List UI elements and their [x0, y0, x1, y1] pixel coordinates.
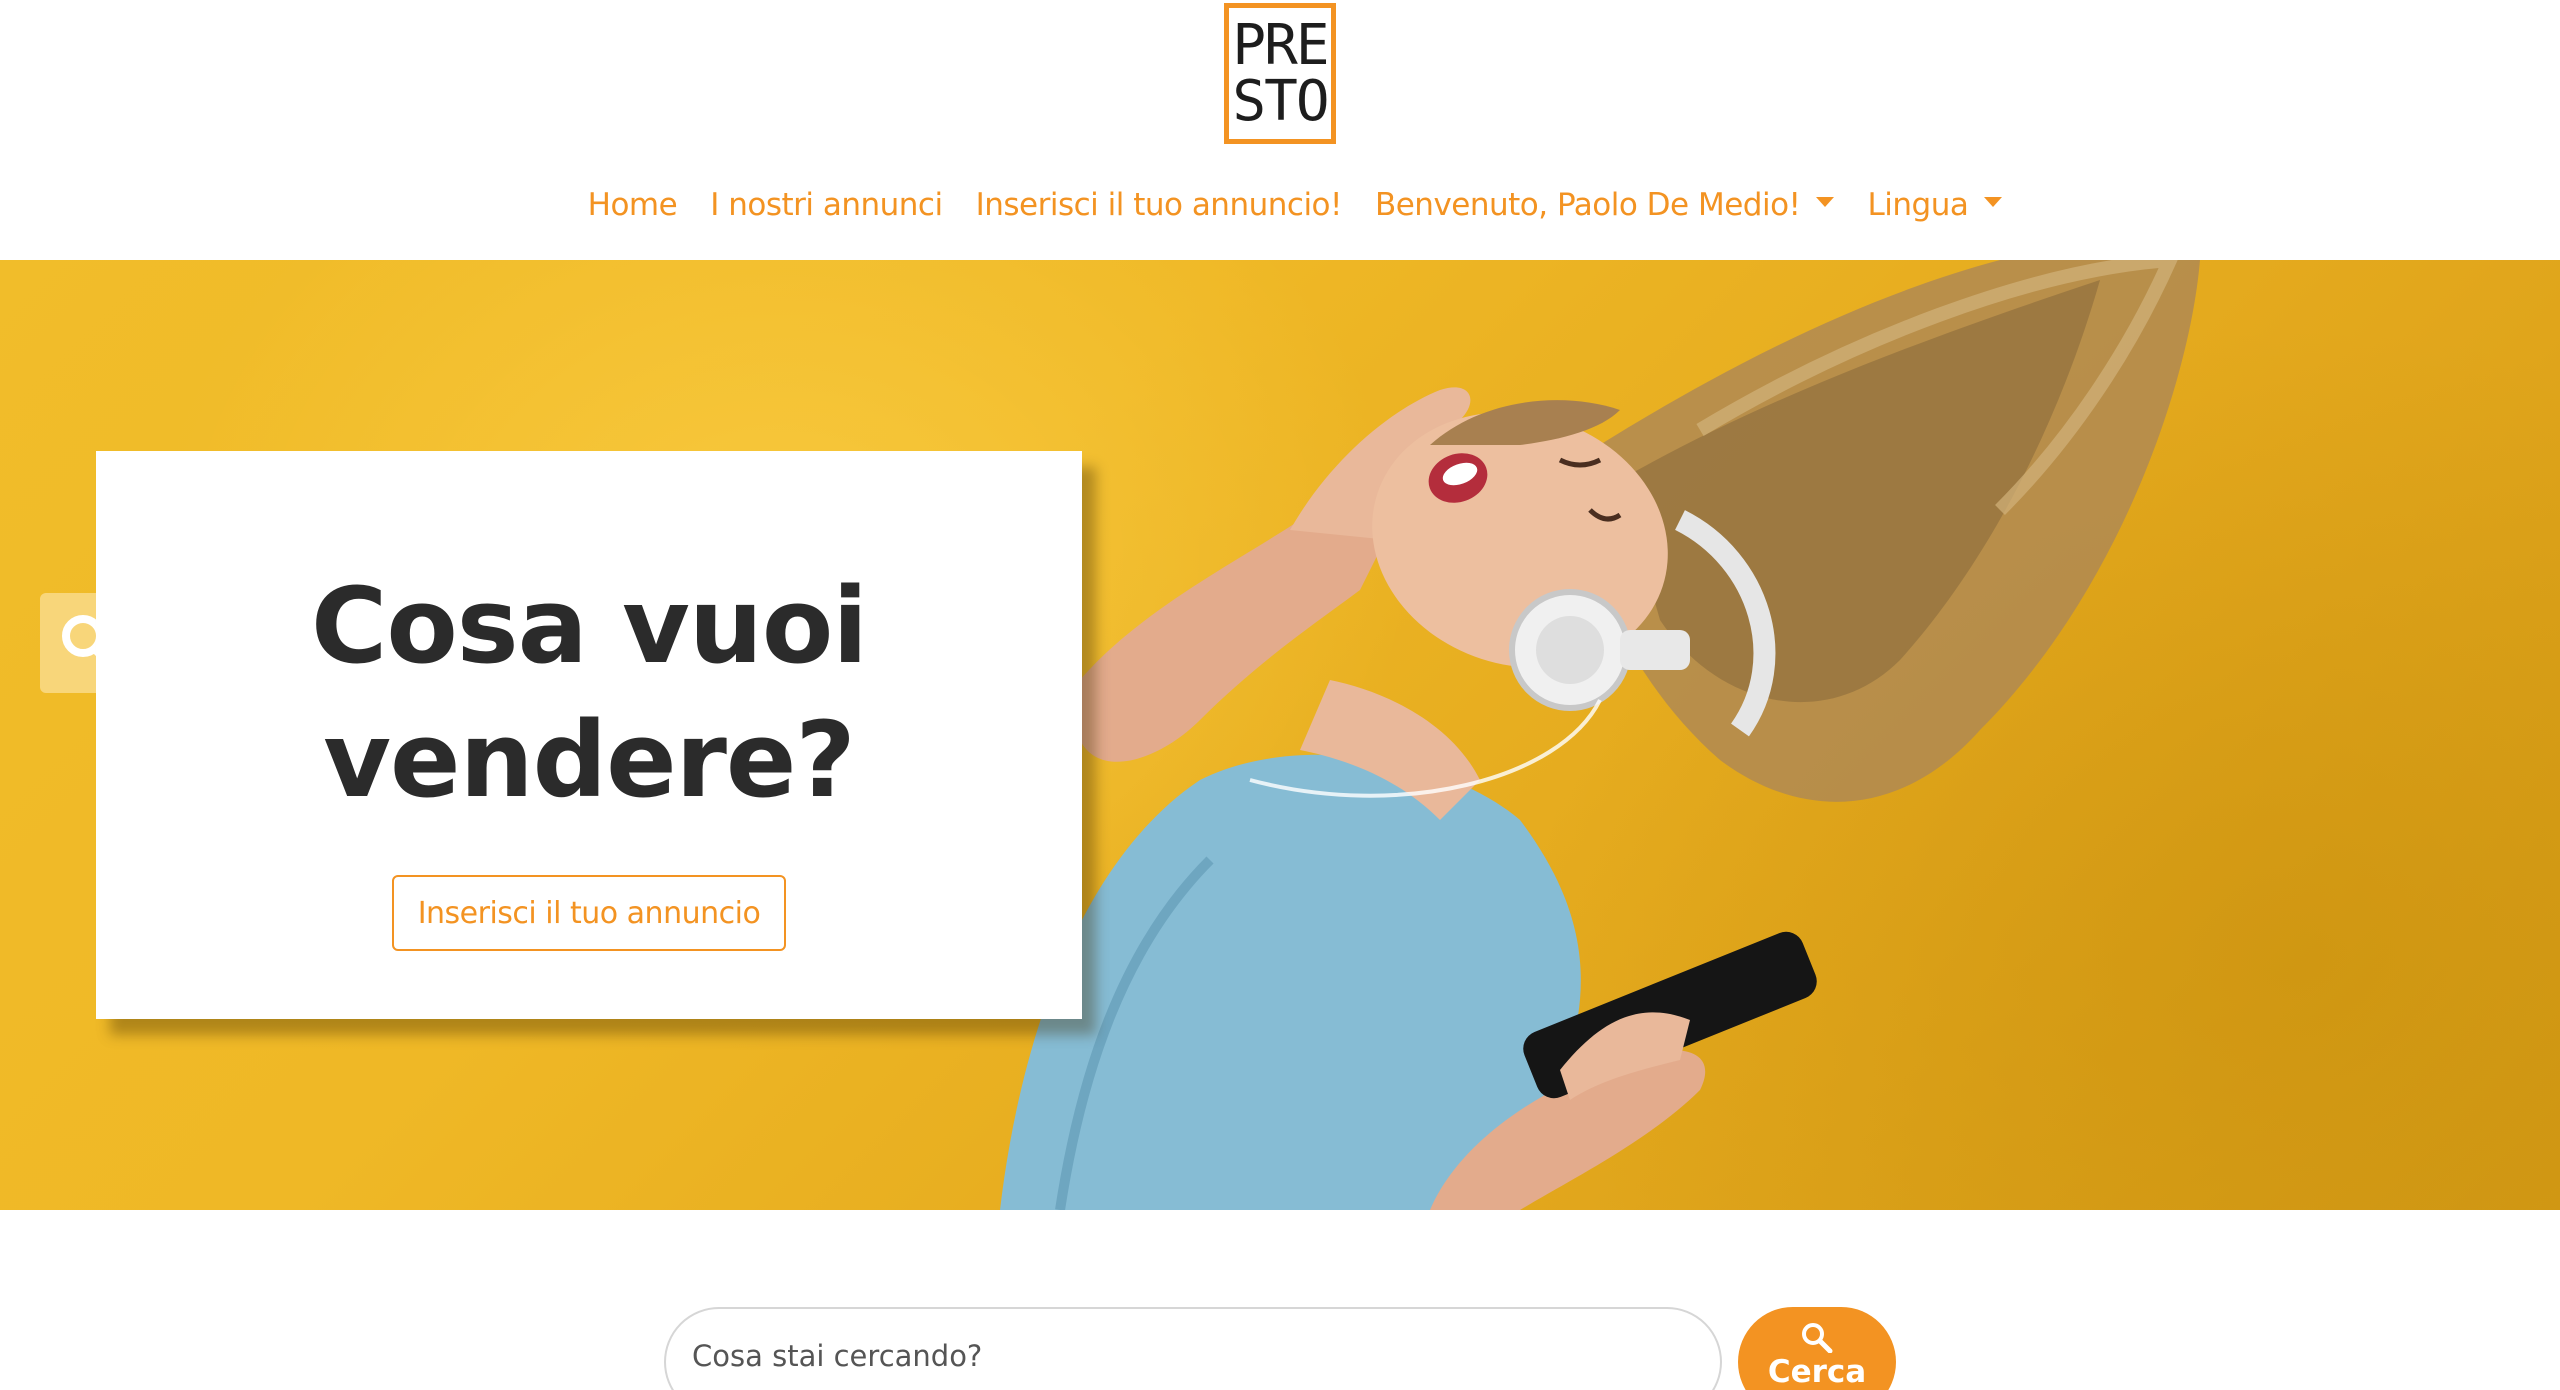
search-button-label: Cerca: [1767, 1354, 1867, 1390]
search-input[interactable]: [692, 1339, 1592, 1373]
hero-card: Cosa vuoi vendere? Inserisci il tuo annu…: [96, 451, 1082, 1019]
nav-language-dropdown[interactable]: Lingua: [1867, 187, 2003, 223]
search-bar: [664, 1307, 1722, 1390]
search-button[interactable]: Cerca: [1738, 1307, 1896, 1390]
hero-title: Cosa vuoi vendere?: [311, 565, 868, 821]
insert-ad-button[interactable]: Inserisci il tuo annuncio: [391, 875, 787, 951]
nav-ads-link[interactable]: I nostri annunci: [710, 187, 943, 223]
search-icon: [1802, 1323, 1833, 1353]
caret-down-icon: [1816, 197, 1835, 207]
nav-home-link[interactable]: Home: [588, 187, 678, 223]
nav-user-dropdown[interactable]: Benvenuto, Paolo De Medio!: [1375, 187, 1835, 223]
nav-language-label: Lingua: [1867, 187, 1969, 223]
hero-banner: Cosa vuoi vendere? Inserisci il tuo annu…: [0, 260, 2560, 1210]
presto-logo[interactable]: PRE STO: [1224, 3, 1336, 144]
header: PRE STO Home I nostri annunci Inserisci …: [0, 0, 2560, 260]
nav-insert-link[interactable]: Inserisci il tuo annuncio!: [976, 187, 1343, 223]
page: PRE STO Home I nostri annunci Inserisci …: [0, 0, 2560, 1390]
logo-line-1: PRE: [1232, 12, 1329, 78]
logo-line-2: STO: [1232, 68, 1329, 134]
main-nav: Home I nostri annunci Inserisci il tuo a…: [0, 180, 2560, 230]
caret-down-icon: [1984, 197, 2003, 207]
nav-user-label: Benvenuto, Paolo De Medio!: [1374, 187, 1801, 223]
